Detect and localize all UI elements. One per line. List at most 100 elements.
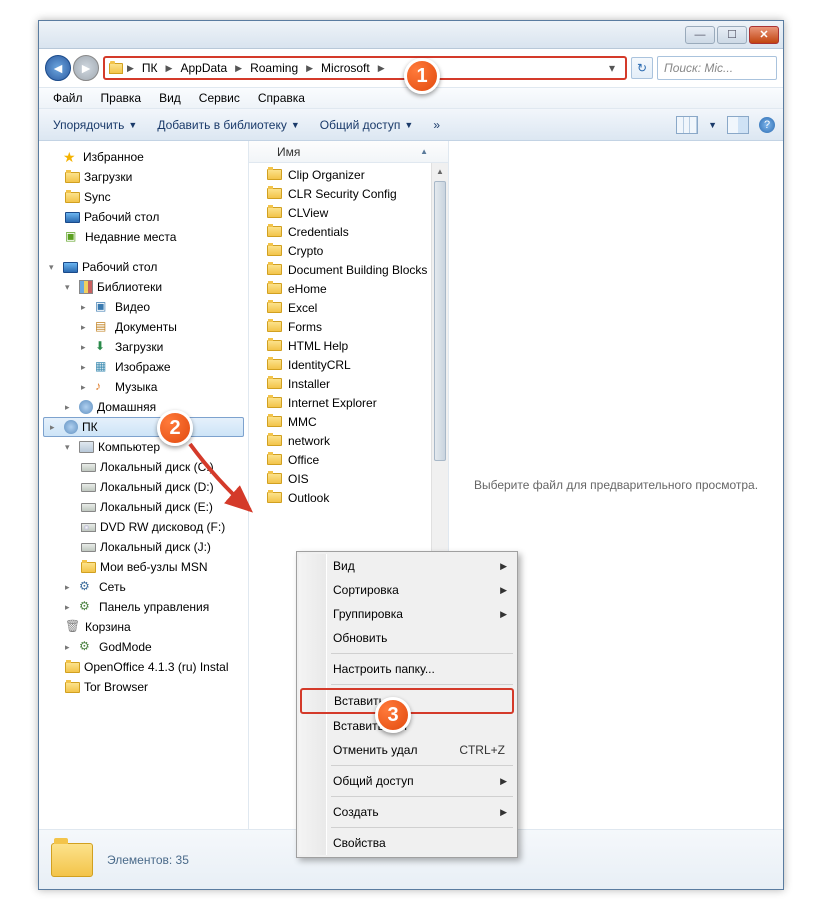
scrollbar-thumb[interactable] bbox=[434, 181, 446, 461]
file-item[interactable]: CLR Security Config bbox=[249, 184, 448, 203]
share-button[interactable]: Общий доступ ▼ bbox=[314, 116, 420, 134]
tree-homegroup[interactable]: ▸Домашняя bbox=[39, 397, 248, 417]
file-name: eHome bbox=[288, 282, 327, 296]
tree-images[interactable]: ▸▦Изображе bbox=[39, 357, 248, 377]
ctx-undo[interactable]: Отменить удалCTRL+Z bbox=[299, 738, 515, 762]
ctx-share[interactable]: Общий доступ▶ bbox=[299, 769, 515, 793]
tree-sync[interactable]: Sync bbox=[39, 187, 248, 207]
toolbar: Упорядочить ▼ Добавить в библиотеку ▼ Об… bbox=[39, 109, 783, 141]
file-item[interactable]: Internet Explorer bbox=[249, 393, 448, 412]
file-name: Clip Organizer bbox=[288, 168, 365, 182]
file-name: Document Building Blocks bbox=[288, 263, 427, 277]
breadcrumb-seg[interactable]: Microsoft bbox=[317, 61, 374, 75]
refresh-button[interactable]: ↻ bbox=[631, 57, 653, 79]
annotation-arrow bbox=[178, 432, 278, 532]
scroll-up-icon[interactable]: ▲ bbox=[432, 163, 448, 180]
back-button[interactable]: ◄ bbox=[45, 55, 71, 81]
file-item[interactable]: MMC bbox=[249, 412, 448, 431]
file-name: network bbox=[288, 434, 330, 448]
tree-network[interactable]: ▸⚙Сеть bbox=[39, 577, 248, 597]
menu-file[interactable]: Файл bbox=[45, 89, 91, 107]
menu-view[interactable]: Вид bbox=[151, 89, 189, 107]
minimize-button[interactable]: — bbox=[685, 26, 715, 44]
folder-icon bbox=[267, 169, 282, 180]
tree-godmode[interactable]: ▸⚙GodMode bbox=[39, 637, 248, 657]
search-input[interactable]: Поиск: Mic... bbox=[657, 56, 777, 80]
annotation-badge-3: 3 bbox=[375, 697, 411, 733]
file-item[interactable]: eHome bbox=[249, 279, 448, 298]
tree-libraries[interactable]: ▾Библиотеки bbox=[39, 277, 248, 297]
ctx-properties[interactable]: Свойства bbox=[299, 831, 515, 855]
overflow-button[interactable]: » bbox=[427, 116, 446, 134]
add-to-library-button[interactable]: Добавить в библиотеку ▼ bbox=[151, 116, 305, 134]
ctx-refresh[interactable]: Обновить bbox=[299, 626, 515, 650]
tree-recent[interactable]: ▣Недавние места bbox=[39, 227, 248, 247]
tree-music[interactable]: ▸♪Музыка bbox=[39, 377, 248, 397]
tree-dl[interactable]: ▸⬇Загрузки bbox=[39, 337, 248, 357]
file-name: Forms bbox=[288, 320, 322, 334]
ctx-view[interactable]: Вид▶ bbox=[299, 554, 515, 578]
file-item[interactable]: Document Building Blocks bbox=[249, 260, 448, 279]
address-dropdown-button[interactable]: ▾ bbox=[603, 61, 621, 75]
ctx-sort[interactable]: Сортировка▶ bbox=[299, 578, 515, 602]
menu-tools[interactable]: Сервис bbox=[191, 89, 248, 107]
tree-favorites[interactable]: ★Избранное bbox=[39, 147, 248, 167]
tree-recycle[interactable]: 🗑Корзина bbox=[39, 617, 248, 637]
file-item[interactable]: Installer bbox=[249, 374, 448, 393]
file-name: Office bbox=[288, 453, 319, 467]
forward-button[interactable]: ► bbox=[73, 55, 99, 81]
folder-icon bbox=[267, 188, 282, 199]
file-item[interactable]: HTML Help bbox=[249, 336, 448, 355]
organize-button[interactable]: Упорядочить ▼ bbox=[47, 116, 143, 134]
tree-drive-j[interactable]: Локальный диск (J:) bbox=[39, 537, 248, 557]
tree-tor[interactable]: Tor Browser bbox=[39, 677, 248, 697]
file-name: Outlook bbox=[288, 491, 329, 505]
file-name: CLR Security Config bbox=[288, 187, 397, 201]
breadcrumb-seg[interactable]: AppData bbox=[176, 61, 231, 75]
annotation-badge-1: 1 bbox=[404, 58, 440, 94]
file-name: Internet Explorer bbox=[288, 396, 377, 410]
tree-openoffice[interactable]: OpenOffice 4.1.3 (ru) Instal bbox=[39, 657, 248, 677]
preview-pane-button[interactable] bbox=[727, 116, 749, 134]
file-item[interactable]: IdentityCRL bbox=[249, 355, 448, 374]
ctx-new[interactable]: Создать▶ bbox=[299, 800, 515, 824]
folder-icon bbox=[267, 321, 282, 332]
view-options-button[interactable] bbox=[676, 116, 698, 134]
file-item[interactable]: Crypto bbox=[249, 241, 448, 260]
tree-downloads[interactable]: Загрузки bbox=[39, 167, 248, 187]
menu-edit[interactable]: Правка bbox=[93, 89, 150, 107]
folder-icon bbox=[267, 226, 282, 237]
tree-docs[interactable]: ▸▤Документы bbox=[39, 317, 248, 337]
ctx-group[interactable]: Группировка▶ bbox=[299, 602, 515, 626]
chevron-right-icon[interactable]: ▶ bbox=[127, 63, 134, 74]
menu-help[interactable]: Справка bbox=[250, 89, 313, 107]
file-name: HTML Help bbox=[288, 339, 348, 353]
file-item[interactable]: OIS bbox=[249, 469, 448, 488]
breadcrumb-seg[interactable]: ПК bbox=[138, 61, 162, 75]
file-item[interactable]: Outlook bbox=[249, 488, 448, 507]
file-item[interactable]: Clip Organizer bbox=[249, 165, 448, 184]
file-item[interactable]: Credentials bbox=[249, 222, 448, 241]
address-bar[interactable]: ▶ ПК▶ AppData▶ Roaming▶ Microsoft▶ ▾ bbox=[103, 56, 627, 80]
tree-desktop-fav[interactable]: Рабочий стол bbox=[39, 207, 248, 227]
folder-icon bbox=[267, 207, 282, 218]
tree-video[interactable]: ▸▣Видео bbox=[39, 297, 248, 317]
tree-desktop[interactable]: ▾Рабочий стол bbox=[39, 257, 248, 277]
breadcrumb-seg[interactable]: Roaming bbox=[246, 61, 302, 75]
tree-control-panel[interactable]: ▸⚙Панель управления bbox=[39, 597, 248, 617]
file-item[interactable]: Excel bbox=[249, 298, 448, 317]
file-item[interactable]: Office bbox=[249, 450, 448, 469]
column-header-name[interactable]: Имя▲ bbox=[249, 141, 448, 163]
file-item[interactable]: network bbox=[249, 431, 448, 450]
maximize-button[interactable]: ☐ bbox=[717, 26, 747, 44]
view-dropdown-icon[interactable]: ▼ bbox=[708, 120, 717, 130]
help-button[interactable]: ? bbox=[759, 117, 775, 133]
file-item[interactable]: CLView bbox=[249, 203, 448, 222]
close-button[interactable]: ✕ bbox=[749, 26, 779, 44]
file-item[interactable]: Forms bbox=[249, 317, 448, 336]
preview-placeholder: Выберите файл для предварительного просм… bbox=[474, 478, 758, 492]
folder-icon bbox=[267, 378, 282, 389]
folder-icon bbox=[267, 283, 282, 294]
tree-msn[interactable]: Мои веб-узлы MSN bbox=[39, 557, 248, 577]
ctx-customize[interactable]: Настроить папку... bbox=[299, 657, 515, 681]
